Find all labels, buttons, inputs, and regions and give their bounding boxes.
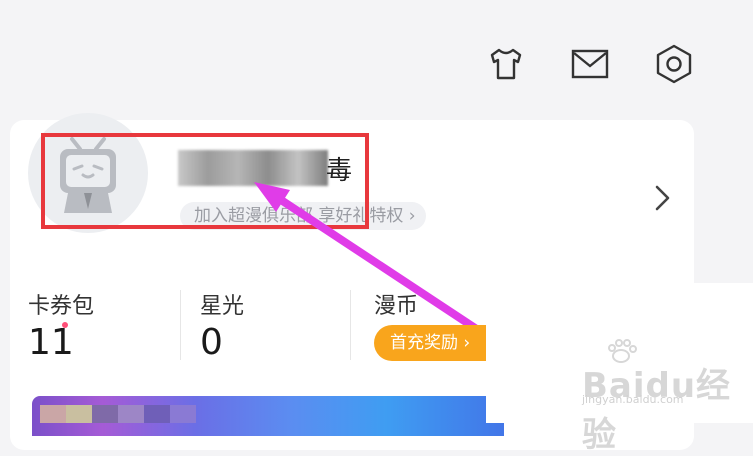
divider <box>180 290 181 360</box>
notification-dot <box>62 322 68 328</box>
divider <box>350 290 351 360</box>
stat-label-starlight[interactable]: 星光 <box>200 288 244 320</box>
stat-label-coins[interactable]: 漫币 <box>374 288 418 320</box>
banner-pixelated-area <box>40 405 196 423</box>
baidu-watermark-logo: Baidu经验 <box>582 366 732 455</box>
stat-value-coupons: 11 <box>28 322 74 363</box>
stat-value-starlight: 0 <box>200 322 223 363</box>
stat-label-coupons[interactable]: 卡券包 <box>28 288 94 320</box>
baidu-watermark-url: jingyan.baidu.com <box>582 393 684 406</box>
chevron-right-icon[interactable] <box>650 183 674 217</box>
